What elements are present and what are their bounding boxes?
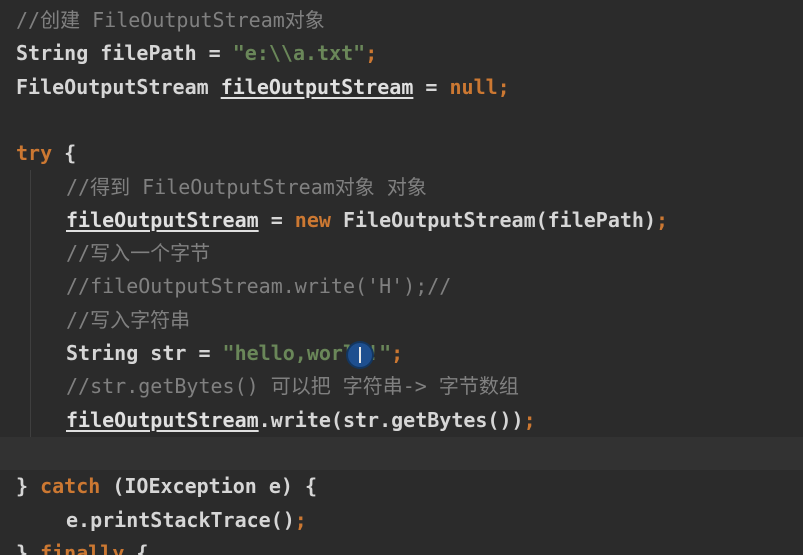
code-token: try [16,141,53,166]
code-token: FileOutputStream [16,74,221,99]
code-line[interactable]: //创建 FileOutputStream对象 [0,4,803,37]
code-token: .write(str.getBytes()) [258,407,524,432]
current-code-line[interactable] [0,436,803,470]
text-cursor-icon [348,343,372,367]
code-token: //写入一个字节 [66,241,211,266]
code-line[interactable]: String str = "hello,world!"; [0,337,803,370]
code-token: FileOutputStream(filePath) [330,207,657,232]
code-token: //fileOutputStream.write('H');// [66,274,452,299]
code-token: } [16,540,41,555]
code-token: { [52,141,77,166]
code-token: //str.getBytes() 可以把 字符串-> 字节数组 [66,374,519,399]
code-token: catch [40,474,101,499]
code-line[interactable]: } catch (IOException e) { [0,470,803,503]
code-token: fileOutputStream [220,74,414,99]
code-token: fileOutputStream [66,407,259,432]
code-line[interactable]: } finally { [0,537,803,555]
code-line[interactable]: //fileOutputStream.write('H');// [0,270,803,303]
code-token: //创建 FileOutputStream对象 [16,8,325,32]
code-token: ; [294,507,307,532]
code-line[interactable]: e.printStackTrace(); [0,504,803,537]
code-token: ; [497,74,510,99]
code-token: finally [40,540,125,555]
code-token: fileOutputStream [66,207,259,232]
code-token: ; [523,407,536,432]
code-token: = [258,207,295,232]
code-token: String str = [66,341,223,365]
code-token: "e:\\a.txt" [232,41,366,66]
code-line[interactable]: fileOutputStream.write(str.getBytes()); [0,404,803,437]
code-token: new [294,207,331,232]
code-token: (IOException e) { [100,474,318,499]
code-token: ; [656,207,669,232]
code-token: null [449,74,498,99]
code-token: ; [365,41,378,66]
code-token: //写入字符串 [66,307,191,332]
code-token: } [16,474,41,499]
code-line[interactable]: FileOutputStream fileOutputStream = null… [0,71,803,104]
code-token: ; [391,341,404,365]
code-line[interactable] [0,104,803,137]
code-editor[interactable]: //创建 FileOutputStream对象 String filePath =… [0,0,803,555]
code-line[interactable]: String filePath = "e:\\a.txt"; [0,37,803,70]
code-token: //得到 FileOutputStream对象 对象 [66,174,427,199]
code-token: e.printStackTrace() [66,507,295,532]
code-line[interactable]: //str.getBytes() 可以把 字符串-> 字节数组 [0,370,803,403]
code-token: String filePath = [16,41,233,66]
code-line[interactable]: try { [0,137,803,170]
code-token: = [413,74,450,99]
code-token: { [124,540,149,555]
code-line[interactable]: //得到 FileOutputStream对象 对象 [0,171,803,204]
code-line[interactable]: //写入字符串 [0,304,803,337]
code-line[interactable]: //写入一个字节 [0,237,803,270]
code-line[interactable]: fileOutputStream = new FileOutputStream(… [0,204,803,237]
